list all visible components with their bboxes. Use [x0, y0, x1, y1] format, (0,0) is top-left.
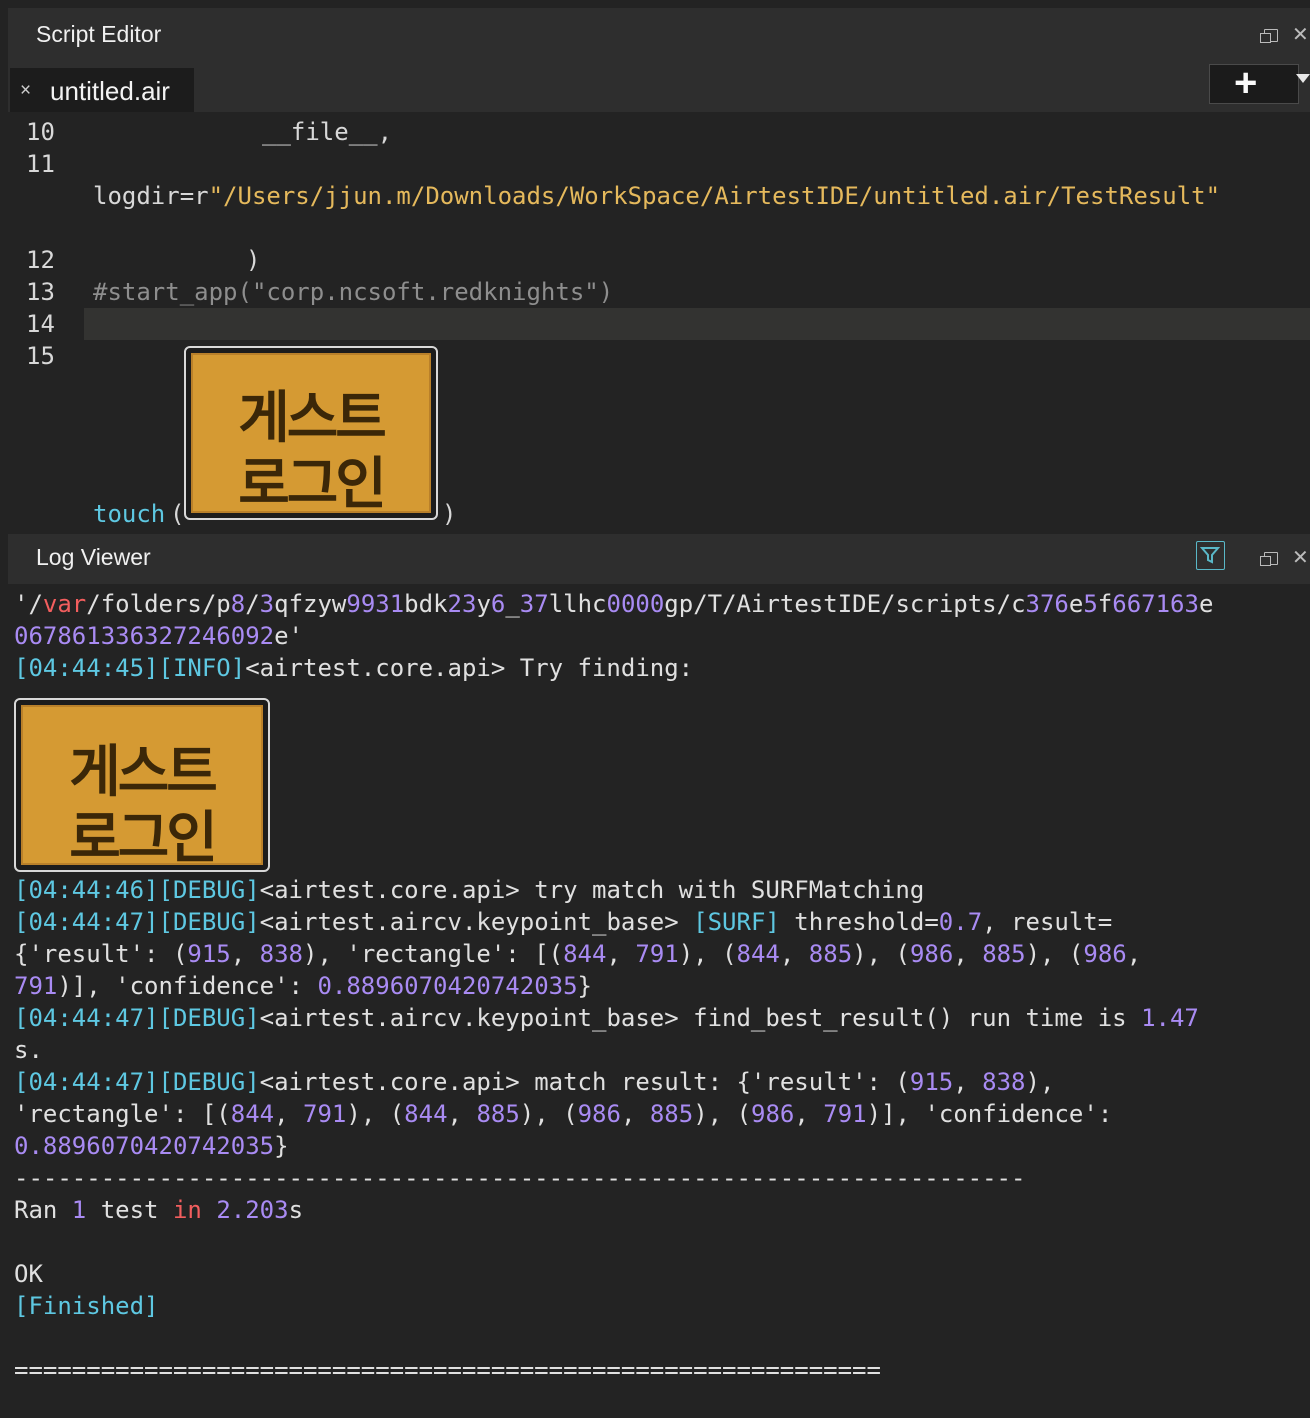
- touch-function: touch: [93, 500, 166, 528]
- log-line: 'rectangle': [(844, 791), (844, 885), (9…: [14, 1100, 1113, 1128]
- image-text: 로그인: [69, 806, 218, 871]
- log-line: [04:44:47][DEBUG]<airtest.core.api> matc…: [14, 1068, 1055, 1096]
- code-line: logdir=r"/Users/jjun.m/Downloads/WorkSpa…: [93, 182, 1220, 210]
- log-line: Ran 1 test in 2.203s: [14, 1196, 304, 1224]
- code-line: ): [246, 246, 261, 274]
- line-number: 15: [26, 342, 55, 370]
- tab-close-icon[interactable]: ×: [20, 80, 31, 102]
- plus-icon: +: [1234, 61, 1258, 105]
- image-text: 로그인: [238, 452, 387, 517]
- code-comment: #start_app("corp.ncsoft.redknights"): [93, 278, 614, 306]
- line-number: 14: [26, 310, 55, 338]
- code-paren: ): [442, 500, 457, 528]
- filter-icon: [1199, 547, 1221, 564]
- script-editor-title: Script Editor: [36, 21, 162, 47]
- script-editor-panel: Script Editor ✕ × untitled.air + 10 __fi…: [8, 8, 1310, 528]
- log-line: [04:44:47][DEBUG]<airtest.aircv.keypoint…: [14, 1004, 1199, 1032]
- log-line: s.: [14, 1036, 43, 1064]
- code-string: "/Users/jjun.m/Downloads/WorkSpace/Airte…: [208, 182, 1221, 210]
- line-number: 11: [26, 150, 55, 178]
- code-editor[interactable]: 10 __file__, 11 logdir=r"/Users/jjun.m/D…: [8, 112, 1310, 528]
- chevron-down-icon[interactable]: [1296, 74, 1310, 83]
- log-line: 791)], 'confidence': 0.8896070420742035}: [14, 972, 592, 1000]
- code-line: __file__,: [262, 118, 393, 146]
- found-target-image[interactable]: 게스트 로그인: [14, 698, 270, 872]
- filter-button[interactable]: [1196, 541, 1225, 570]
- code-token: logdir=r: [93, 182, 209, 210]
- log-separator: ========================================…: [14, 1356, 881, 1384]
- guest-login-button-image: 게스트 로그인: [191, 353, 431, 517]
- script-editor-titlebar: Script Editor ✕: [8, 8, 1310, 62]
- log-viewer-titlebar: Log Viewer ✕: [8, 534, 1310, 584]
- new-script-button[interactable]: +: [1209, 61, 1299, 105]
- touch-target-image[interactable]: 게스트 로그인: [184, 346, 438, 520]
- log-line: 0.8896070420742035}: [14, 1132, 289, 1160]
- line-number: 12: [26, 246, 55, 274]
- log-output[interactable]: '/var/folders/p8/3qfzyw9931bdk23y6_37llh…: [8, 584, 1310, 1418]
- line-number: 13: [26, 278, 55, 306]
- log-finished: [Finished]: [14, 1292, 159, 1320]
- float-window-icon[interactable]: [1260, 29, 1278, 43]
- log-line: 067861336327246092e': [14, 622, 303, 650]
- editor-tab-strip: × untitled.air +: [8, 61, 1310, 112]
- code-paren: (: [170, 500, 185, 528]
- float-window-icon[interactable]: [1260, 552, 1278, 566]
- close-panel-icon[interactable]: ✕: [1292, 25, 1309, 45]
- close-panel-icon[interactable]: ✕: [1292, 548, 1309, 568]
- tab-untitled-air[interactable]: × untitled.air: [10, 68, 194, 112]
- tab-label: untitled.air: [50, 76, 170, 106]
- log-viewer-title: Log Viewer: [36, 544, 151, 570]
- log-line: [04:44:46][DEBUG]<airtest.core.api> try …: [14, 876, 925, 904]
- line-number: 10: [26, 118, 55, 146]
- log-line: {'result': (915, 838), 'rectangle': [(84…: [14, 940, 1142, 968]
- log-status-ok: OK: [14, 1260, 43, 1288]
- guest-login-button-image: 게스트 로그인: [21, 705, 263, 871]
- log-line: [04:44:47][DEBUG]<airtest.aircv.keypoint…: [14, 908, 1113, 936]
- current-line-highlight: [84, 308, 1310, 340]
- log-viewer-panel: Log Viewer ✕ '/var/folders/p8/3qfzyw9931…: [8, 534, 1310, 1418]
- log-separator: ----------------------------------------…: [14, 1164, 1026, 1192]
- log-line: [04:44:45][INFO]<airtest.core.api> Try f…: [14, 654, 694, 682]
- log-line: '/var/folders/p8/3qfzyw9931bdk23y6_37llh…: [14, 590, 1214, 618]
